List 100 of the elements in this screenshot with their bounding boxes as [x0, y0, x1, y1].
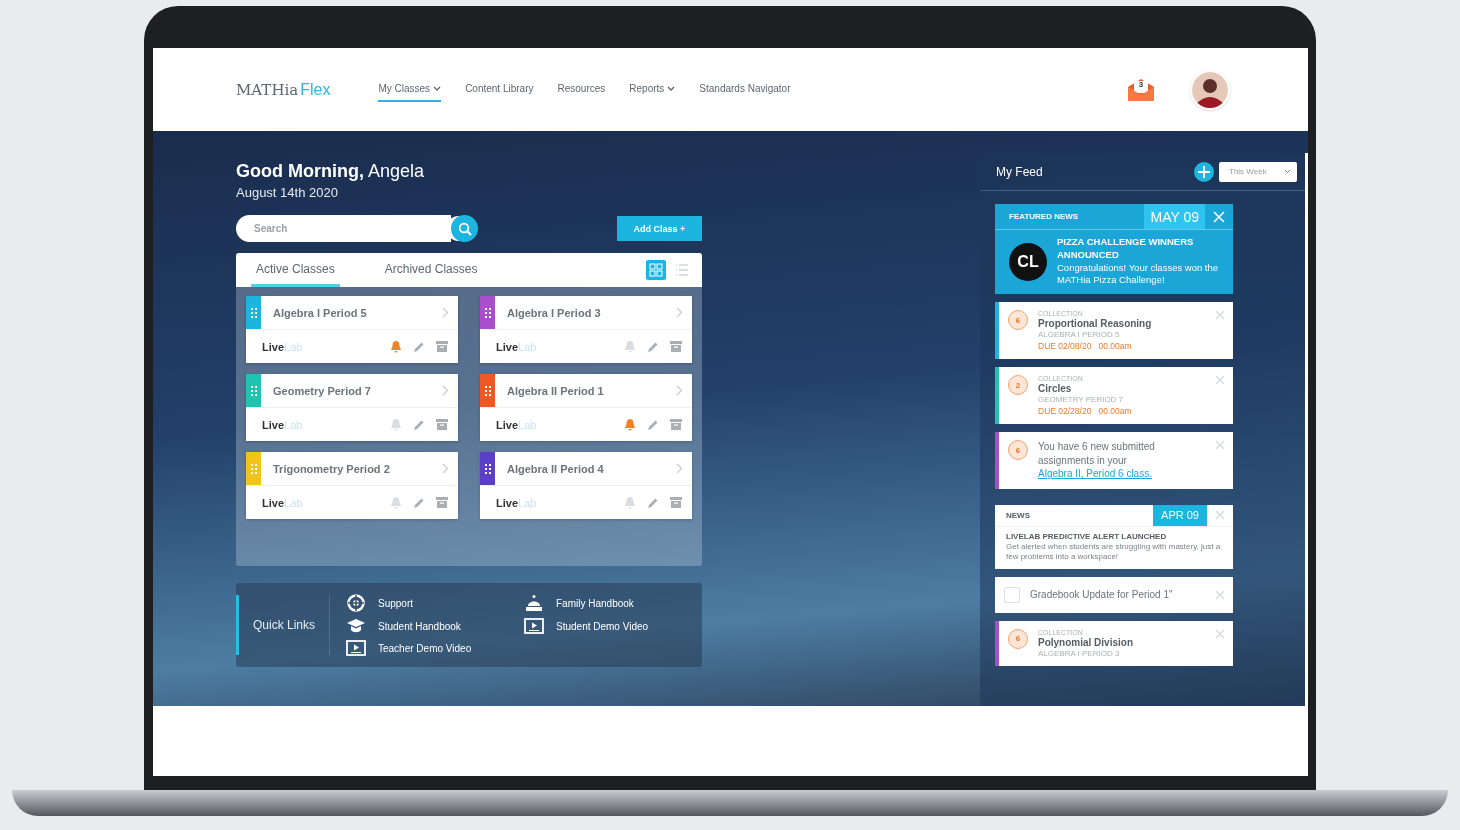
grid-view-icon[interactable]	[646, 260, 666, 280]
logo[interactable]: MATHiaFlex	[236, 80, 331, 99]
collection-title: Polynomial Division	[1038, 636, 1135, 648]
class-name: Trigonometry Period 2	[273, 462, 391, 475]
archive-icon[interactable]	[670, 419, 682, 430]
video-icon	[346, 640, 366, 656]
archive-icon[interactable]	[436, 419, 448, 430]
class-card[interactable]: Algebra I Period 5 LiveLab	[246, 296, 458, 363]
drag-handle[interactable]	[480, 296, 495, 329]
bell-icon[interactable]	[624, 418, 636, 431]
quick-link[interactable]: Family Handbook	[524, 594, 694, 612]
livelab-link[interactable]: LiveLab	[262, 340, 379, 353]
bell-icon[interactable]	[624, 496, 636, 509]
envelope-icon	[1126, 77, 1156, 102]
chevron-icon[interactable]	[442, 307, 449, 318]
caret-icon[interactable]	[433, 85, 442, 92]
bell-icon[interactable]	[624, 340, 636, 353]
quick-link[interactable]: Student Handbook	[346, 618, 524, 634]
news-headline: LIVELAB PREDICTIVE ALERT LAUNCHED	[1005, 530, 1168, 542]
close-icon[interactable]	[1215, 375, 1225, 386]
drag-handle[interactable]	[246, 374, 261, 407]
nav-link[interactable]: Content Library	[465, 77, 534, 102]
count-badge: 6	[1008, 628, 1028, 649]
add-icon[interactable]	[1194, 161, 1214, 182]
close-icon[interactable]	[1215, 310, 1225, 321]
archive-icon[interactable]	[670, 497, 682, 508]
avatar[interactable]	[1192, 71, 1228, 108]
class-name: ALGEBRA I PERIOD 5	[1038, 330, 1121, 340]
livelab-link[interactable]: LiveLab	[262, 496, 379, 509]
due-date: DUE 02/28/20 00.00am	[1038, 406, 1133, 417]
news-card[interactable]: NEWS APR 09 LIVELAB PREDICTIVE ALERT LAUNCHED Get alerted when students are struggling with mastery, just a few problems into a workspace!	[995, 504, 1233, 569]
logo: CL	[1009, 242, 1047, 281]
news-text: Congratulations! Your classes won the MATHia Pizza Challenge!	[1057, 261, 1220, 288]
chevron-icon[interactable]	[676, 463, 683, 474]
chevron-icon[interactable]	[442, 463, 449, 474]
pencil-icon[interactable]	[413, 418, 425, 431]
card-label: FEATURED NEWS	[1008, 212, 1080, 221]
task-text: Gradebook Update for Period 1"	[1030, 589, 1174, 601]
livelab-link[interactable]: LiveLab	[496, 418, 613, 431]
nav-link[interactable]: My Classes	[378, 77, 442, 102]
close-icon[interactable]	[1215, 628, 1225, 639]
class-name: Algebra I Period 3	[507, 306, 602, 319]
pencil-icon[interactable]	[647, 418, 659, 431]
class-card[interactable]: Geometry Period 7 LiveLab	[246, 374, 458, 441]
tab[interactable]: Active Classes	[251, 253, 340, 287]
date-tag: MAY 09	[1144, 204, 1205, 229]
featured-news-card[interactable]: FEATURED NEWS MAY 09 CL PIZZA CHALLENGE WINNERS ANNOUNCED Congratulations! Your classes won the MATHia Pizza Challenge!	[995, 204, 1233, 295]
bell-icon[interactable]	[390, 496, 402, 509]
pencil-icon[interactable]	[647, 340, 659, 353]
feed-card[interactable]: 6 You have 6 new submitted assignments in your Algebra II, Period 6 class.	[995, 432, 1233, 489]
archive-icon[interactable]	[436, 341, 448, 352]
class-card[interactable]: Algebra II Period 1 LiveLab	[480, 374, 692, 441]
caret-icon[interactable]	[667, 85, 676, 92]
pencil-icon[interactable]	[647, 496, 659, 509]
archive-icon[interactable]	[436, 497, 448, 508]
livelab-link[interactable]: LiveLab	[262, 418, 379, 431]
date-label: August 14th 2020	[236, 185, 339, 200]
drag-handle[interactable]	[480, 374, 495, 407]
livelab-link[interactable]: LiveLab	[496, 496, 613, 509]
close-icon[interactable]	[1215, 510, 1225, 521]
checkbox[interactable]	[1004, 586, 1020, 603]
graduation-cap-icon	[346, 618, 366, 634]
close-icon[interactable]	[1215, 589, 1225, 600]
chevron-icon[interactable]	[676, 385, 683, 396]
quick-link[interactable]: Student Demo Video	[524, 618, 694, 634]
pencil-icon[interactable]	[413, 340, 425, 353]
class-card[interactable]: Trigonometry Period 2 LiveLab	[246, 452, 458, 519]
class-name: Geometry Period 7	[273, 384, 372, 397]
search-icon[interactable]	[451, 215, 478, 242]
inbox-button[interactable]: 3	[1126, 77, 1156, 102]
archive-icon[interactable]	[670, 341, 682, 352]
class-name: Algebra II Period 1	[507, 384, 605, 397]
tab[interactable]: Archived Classes	[379, 253, 483, 287]
close-icon[interactable]	[1215, 440, 1225, 451]
message-text: You have 6 new submitted assignments in your	[1038, 440, 1156, 468]
quick-link[interactable]: Teacher Demo Video	[346, 640, 524, 656]
nav-link[interactable]: Resources	[557, 77, 606, 102]
drag-handle[interactable]	[480, 452, 495, 485]
search-field[interactable]: Search	[236, 215, 451, 242]
class-card[interactable]: Algebra II Period 4 LiveLab	[480, 452, 692, 519]
quick-link[interactable]: Support	[346, 594, 524, 612]
drag-handle[interactable]	[246, 452, 261, 485]
bell-icon[interactable]	[390, 418, 402, 431]
chevron-icon[interactable]	[442, 385, 449, 396]
class-card[interactable]: Algebra I Period 3 LiveLab	[480, 296, 692, 363]
collection-title: Proportional Reasoning	[1038, 318, 1153, 330]
nav-link[interactable]: Standards Navigator	[699, 77, 791, 102]
bell-icon[interactable]	[390, 340, 402, 353]
news-headline: PIZZA CHALLENGE WINNERS ANNOUNCED	[1057, 236, 1195, 262]
drag-handle[interactable]	[246, 296, 261, 329]
nav-link[interactable]: Reports	[629, 77, 676, 102]
pencil-icon[interactable]	[413, 496, 425, 509]
chevron-icon[interactable]	[676, 307, 683, 318]
greeting: Good Morning, Angela	[236, 161, 426, 182]
feed-title: My Feed	[996, 164, 1044, 179]
livelab-link[interactable]: LiveLab	[496, 340, 613, 353]
task-card[interactable]: Gradebook Update for Period 1"	[995, 576, 1233, 613]
bell-desk-icon	[524, 594, 544, 612]
class-name: GEOMETRY PERIOD 7	[1038, 395, 1125, 405]
count-badge: 2	[1008, 375, 1028, 396]
